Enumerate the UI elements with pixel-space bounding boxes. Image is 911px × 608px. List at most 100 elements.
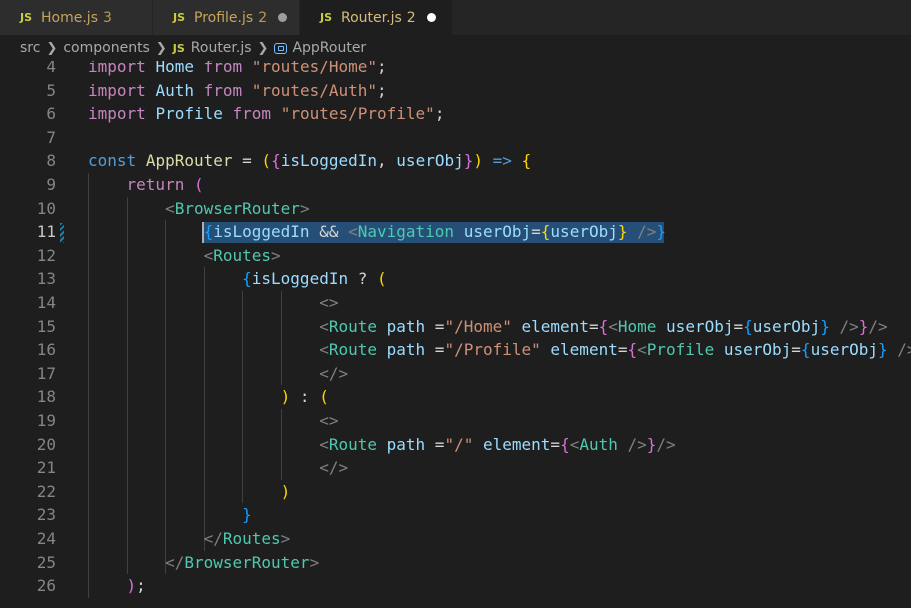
code-token: => [492,151,512,171]
code-token: < [319,316,329,336]
code-token: { [627,340,638,360]
symbol-variable-icon [274,42,288,54]
code-text: import Home from "routes/Home"; [88,61,387,79]
code-text: ) [88,480,291,504]
code-line: 21 </> [0,456,911,480]
line-number: 5 [46,80,56,100]
code-text: <Route path ="/Profile" element={<Profil… [88,338,911,362]
code-line: 9 return ( [0,173,911,197]
code-token: Profile [646,340,715,360]
javascript-file-icon: JS [172,41,185,55]
breadcrumb-components[interactable]: components [63,40,150,56]
line-number: 19 [36,411,56,430]
problem-count-badge: 2 [258,9,268,26]
code-token: Auth [155,80,194,100]
code-token: import [88,80,146,100]
code-text: return ( [88,173,204,197]
code-token: Route [328,340,377,360]
code-token: ; [377,80,387,100]
chevron-right-icon: ❯ [46,40,58,56]
code-token: path [386,340,426,360]
code-token: userObj [723,340,792,360]
code-token: ( [319,387,329,407]
code-token: ) [280,481,291,501]
code-line: 12 <Routes> [0,244,911,268]
code-token: ) [126,576,137,596]
code-text: <Route path ="/" element={<Auth />}/> [88,433,676,457]
code-token: { [242,269,252,289]
code-text: ); [88,574,146,598]
code-editor[interactable]: 4 import Home from "routes/Home"; 5 import … [0,61,911,608]
breadcrumb-src[interactable]: src [20,40,40,56]
tab-router-js[interactable]: JS Router.js 2 [300,0,453,35]
line-number: 23 [36,505,56,525]
code-token: ) [280,387,291,407]
code-token: { [540,222,551,242]
chevron-right-icon: ❯ [257,40,269,56]
code-text: </Routes> [88,527,291,551]
line-number: 7 [46,127,56,147]
line-number: 16 [36,340,56,360]
code-token: /> [627,434,647,454]
code-token: userObj [752,316,821,336]
code-token: </> [319,363,349,383]
code-token: ; [434,104,445,124]
code-token: /> [839,316,859,336]
code-token: Home [617,316,657,336]
line-number: 11 [36,222,56,242]
code-token: "routes/Profile" [280,104,435,124]
code-token: > [299,198,310,218]
tab-label: Profile.js [194,9,254,26]
code-token: ( [261,151,272,171]
code-text: {isLoggedIn ? ( [88,267,387,291]
line-number: 10 [36,198,56,218]
code-token: BrowserRouter [174,198,300,218]
unsaved-dot-icon[interactable] [278,13,287,22]
code-line: 25 </BrowserRouter> [0,551,911,575]
tab-home-js[interactable]: JS Home.js 3 [0,0,153,35]
code-token: Auth [579,434,618,454]
code-text: <> [88,409,338,433]
code-line: 15 <Route path ="/Home" element={<Home u… [0,315,911,339]
code-token: ( [377,269,387,289]
tab-profile-js[interactable]: JS Profile.js 2 [153,0,300,35]
code-line: 24 </Routes> [0,527,911,551]
javascript-file-icon: JS [320,11,333,24]
text-cursor [202,222,204,243]
code-token: "/Home" [444,316,512,336]
code-token: < [569,434,580,454]
code-token: < [319,340,329,360]
code-line: 16 <Route path ="/Profile" element={<Pro… [0,338,911,362]
code-token: = [425,434,445,454]
code-token: && [309,222,349,242]
code-token: , [377,151,397,171]
unsaved-dot-icon[interactable] [426,13,436,22]
code-token: "routes/Home" [251,61,378,76]
code-text: } [88,503,252,527]
breadcrumb-router-js[interactable]: Router.js [191,40,252,56]
problem-count-badge: 2 [406,9,416,26]
line-number: 21 [36,458,56,478]
line-number: 18 [36,387,56,407]
line-number: 8 [46,151,56,171]
breadcrumb-approuter[interactable]: AppRouter [292,40,366,56]
code-token: < [319,434,329,454]
code-token: } [656,222,667,242]
code-text: <> [88,291,338,315]
code-token: from [232,104,272,124]
code-token: > [309,552,320,572]
code-text: <BrowserRouter> [88,197,310,221]
code-token: "routes/Auth" [251,80,378,100]
tab-label: Home.js [41,9,98,26]
